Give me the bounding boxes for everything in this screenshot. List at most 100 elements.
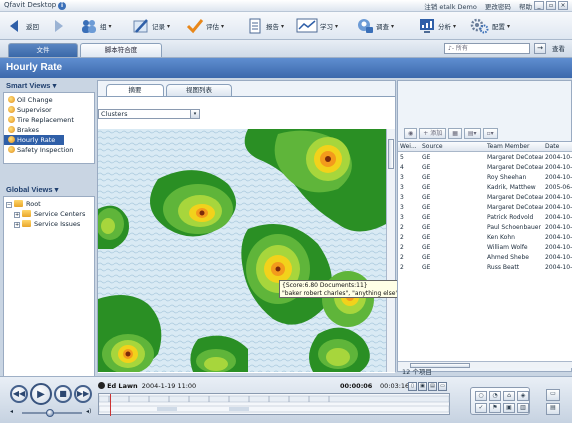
cluster-select[interactable]: Clusters ▾ (98, 109, 200, 119)
column-header-date[interactable]: Date (543, 142, 572, 152)
table-row[interactable]: 2 GE William Wolfe 2004-10-C (398, 243, 572, 253)
fast-forward-icon: ▶▶ (76, 389, 90, 398)
tab-view-list[interactable]: 视图列表 (166, 84, 232, 96)
page-title: Hourly Rate (0, 58, 572, 78)
table-row[interactable]: 3 GE Margaret DeCoteau2004-10-C (398, 193, 572, 203)
folder-icon (22, 220, 31, 227)
cell-source: GE (422, 174, 431, 181)
search-input[interactable]: ♪- 所有 (444, 43, 530, 54)
scrollbar-thumb[interactable] (388, 139, 394, 169)
snapshot-icon[interactable]: ▣ (418, 382, 427, 391)
rewind-button[interactable]: ◀◀ (10, 385, 28, 403)
table-row[interactable]: 5 GE Margaret DeCoteau2004-10-C (398, 153, 572, 163)
table-row[interactable]: 4 GE Margaret DeCoteau2004-10-C (398, 163, 572, 173)
flag-icon[interactable]: ⚑ (489, 403, 501, 413)
tag-icon[interactable]: ◈ (517, 391, 529, 401)
table-row[interactable]: 2 GE Ken Kohn 2004-10-C (398, 233, 572, 243)
logout-link[interactable]: 注销 etalk Demo (424, 3, 477, 11)
gears-icon (470, 17, 490, 35)
table-row[interactable]: 3 GE Roy Sheehan 2004-10-C (398, 173, 572, 183)
cell-source: GE (422, 234, 431, 241)
add-button[interactable]: + 添加 (419, 128, 447, 139)
window-icon[interactable]: ▭ (546, 389, 560, 401)
info-icon[interactable]: i (58, 2, 66, 10)
learn-menu[interactable]: 学习 ▾ (296, 16, 338, 36)
bookmark-icon[interactable]: ▯ (408, 382, 417, 391)
tab-files[interactable]: 文件 (8, 43, 78, 57)
bookmark-add-icon[interactable]: ◔ (489, 391, 501, 401)
back-button[interactable]: 返回 (6, 16, 39, 36)
map-scrollbar[interactable] (386, 129, 395, 372)
split-window-icon[interactable]: ▤ (546, 403, 560, 415)
table-row[interactable]: 3 GE Margaret DeCoteau2004-10-C (398, 203, 572, 213)
column-header-weight[interactable]: Wei... (398, 142, 420, 152)
close-button[interactable]: × (558, 1, 568, 10)
image-icon[interactable]: ▣ (503, 403, 515, 413)
smart-views-header[interactable]: Smart Views ▾ (3, 80, 95, 92)
collapse-icon[interactable]: − (6, 202, 12, 208)
report-menu[interactable]: 报告 ▾ (246, 16, 284, 36)
tab-summary[interactable]: 摘要 (106, 84, 164, 96)
fast-forward-button[interactable]: ▶▶ (74, 385, 92, 403)
table-row[interactable]: 2 GE Ahmed Shebe 2004-10-C (398, 253, 572, 263)
cluster-map-canvas[interactable] (98, 129, 386, 372)
cell-source: GE (422, 194, 431, 201)
tree-node-root[interactable]: − Root (4, 199, 94, 209)
check-icon[interactable]: ✓ (475, 403, 487, 413)
cluster-map[interactable] (98, 129, 386, 372)
expand-icon[interactable]: + (14, 212, 20, 218)
play-button[interactable]: ▶ (30, 383, 52, 405)
circle-icon[interactable]: ○ (475, 391, 487, 401)
smart-view-tire-replacement[interactable]: Tire Replacement (4, 115, 94, 125)
table-row[interactable]: 3 GE Patrick Rodvold 2004-10-C (398, 213, 572, 223)
search-go-button[interactable]: → (534, 43, 546, 54)
review-menu[interactable]: 评估 ▾ (186, 16, 224, 36)
columns-dropdown[interactable]: ▤▾ (463, 128, 481, 139)
help-link[interactable]: 帮助 (519, 3, 532, 11)
smart-view-oil-change[interactable]: Oil Change (4, 95, 94, 105)
volume-knob[interactable] (46, 409, 54, 417)
stop-button[interactable]: ■ (54, 385, 72, 403)
config-menu[interactable]: 配置 ▾ (470, 16, 510, 36)
target-icon[interactable]: ◉ (404, 128, 418, 139)
change-password-link[interactable]: 更改密码 (485, 3, 511, 11)
smart-view-supervisor[interactable]: Supervisor (4, 105, 94, 115)
arrow-left-icon (6, 17, 24, 35)
table-row[interactable]: 3 GE Kadrik, Matthew 2005-06-1 (398, 183, 572, 193)
table-row[interactable]: 2 GE Russ Beatt 2004-10-C (398, 263, 572, 273)
smart-view-brakes[interactable]: Brakes (4, 125, 94, 135)
tree-node-service-issues[interactable]: + Service Issues (4, 219, 94, 229)
export-icon[interactable]: ▭ (438, 382, 447, 391)
key-icon (8, 116, 15, 123)
grid-icon[interactable]: ▦ (448, 128, 462, 139)
analysis-menu[interactable]: 分析 ▾ (418, 16, 456, 36)
timeline-track[interactable] (98, 393, 450, 416)
record-menu[interactable]: 记录 ▾ (132, 16, 170, 36)
maximize-button[interactable]: ▫ (546, 1, 556, 10)
table-row[interactable]: 2 GE Paul Schoenbauer 2004-10-C (398, 223, 572, 233)
lock-icon[interactable]: ⌂ (503, 391, 515, 401)
expand-icon[interactable]: + (14, 222, 20, 228)
note-icon[interactable]: ▤ (428, 382, 437, 391)
column-header-team-member[interactable]: Team Member (485, 142, 543, 152)
cell-team-member: Margaret DeCoteau (487, 194, 543, 201)
playhead[interactable] (110, 394, 111, 416)
smart-view-safety-inspection[interactable]: Safety Inspection (4, 145, 94, 155)
group-menu[interactable]: 组 ▾ (80, 16, 112, 36)
tab-script-compliance[interactable]: 脚本符合度 (80, 43, 162, 57)
cell-team-member: Ken Kohn (487, 234, 515, 241)
tree-node-service-centers[interactable]: + Service Centers (4, 209, 94, 219)
column-header-source[interactable]: Source (420, 142, 485, 152)
smart-view-hourly-rate[interactable]: Hourly Rate (4, 135, 64, 145)
cell-date: 2004-10-C (545, 194, 572, 201)
survey-menu[interactable]: 调查 ▾ (356, 16, 394, 36)
global-views-header[interactable]: Global Views ▾ (3, 184, 95, 196)
trash-icon[interactable]: ▥ (517, 403, 529, 413)
cell-date: 2004-10-C (545, 254, 572, 261)
view-link[interactable]: 查看 (552, 43, 565, 53)
forward-button[interactable] (50, 16, 70, 36)
options-dropdown[interactable]: ▫▾ (482, 128, 498, 139)
minimize-button[interactable]: _ (534, 1, 544, 10)
module-tab-bar: 文件 脚本符合度 ♪- 所有 → 查看 (0, 40, 572, 58)
cell-team-member: Margaret DeCoteau (487, 164, 543, 171)
